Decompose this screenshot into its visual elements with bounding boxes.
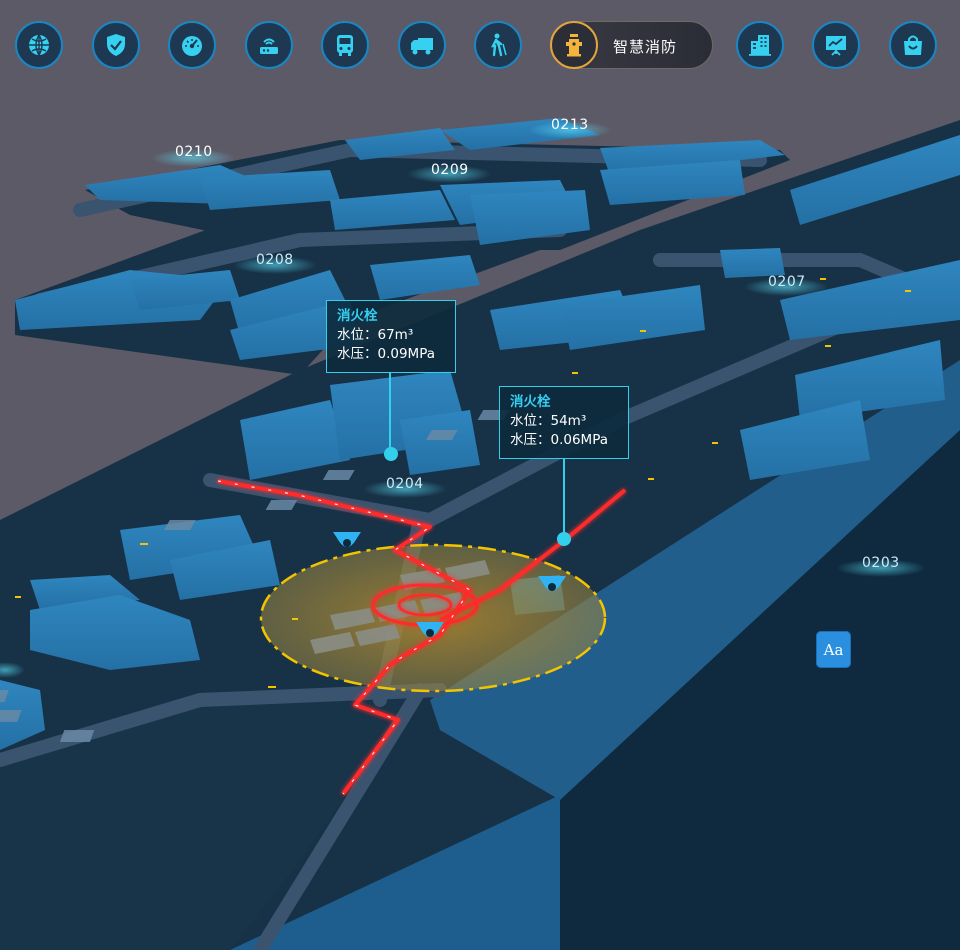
fire-hydrant-icon	[566, 34, 582, 57]
camera-icon[interactable]	[535, 572, 569, 602]
city-3d-map[interactable]	[0, 0, 960, 950]
commerce-button[interactable]	[889, 21, 937, 69]
shield-check-icon	[107, 34, 125, 56]
water-level-value: 54m³	[550, 413, 587, 429]
network-button[interactable]	[245, 21, 293, 69]
hydrant-pin[interactable]	[384, 447, 398, 461]
water-level-value: 67m³	[377, 327, 414, 343]
buildings-button[interactable]	[736, 21, 784, 69]
zone-label-0207: 0207	[768, 274, 806, 290]
camera-icon[interactable]	[413, 618, 447, 648]
water-pressure-row: 水压：0.09MPa	[337, 345, 445, 364]
font-toggle-button[interactable]: Aa	[816, 631, 851, 668]
buildings-icon	[749, 35, 771, 56]
hydrant-title: 消火栓	[510, 394, 551, 410]
water-level-row: 水位：54m³	[510, 412, 618, 431]
shopping-bag-icon	[904, 35, 922, 55]
security-button[interactable]	[92, 21, 140, 69]
water-pressure-label: 水压：	[337, 346, 378, 362]
water-pressure-label: 水压：	[510, 432, 551, 448]
fire-protection-label: 智慧消防	[613, 38, 678, 56]
water-pressure-value: 0.09MPa	[377, 346, 436, 362]
router-icon	[260, 38, 278, 54]
zone-label-0213: 0213	[551, 117, 589, 133]
logistics-button[interactable]	[398, 21, 446, 69]
water-level-label: 水位：	[337, 327, 378, 343]
presentation-chart-icon	[826, 36, 846, 56]
globe-button[interactable]	[15, 21, 63, 69]
speedometer-icon	[182, 36, 202, 56]
fire-hydrant-badge	[550, 21, 598, 69]
dashboard-button[interactable]	[168, 21, 216, 69]
water-pressure-row: 水压：0.06MPa	[510, 431, 618, 450]
bus-icon	[337, 35, 353, 56]
zone-label-0204: 0204	[386, 476, 424, 492]
truck-icon	[411, 38, 433, 55]
top-toolbar: 智慧消防	[0, 0, 960, 90]
zone-label-0210: 0210	[175, 144, 213, 160]
analytics-button[interactable]	[812, 21, 860, 69]
zone-label-0209: 0209	[431, 162, 469, 178]
fire-protection-button[interactable]: 智慧消防	[550, 21, 713, 69]
water-pressure-value: 0.06MPa	[550, 432, 609, 448]
globe-icon	[29, 34, 49, 56]
water-level-row: 水位：67m³	[337, 326, 445, 345]
hydrant-pin[interactable]	[557, 532, 571, 546]
zone-label-0203: 0203	[862, 555, 900, 571]
camera-icon[interactable]	[330, 528, 364, 558]
hydrant-info-card: 消火栓 水位：54m³ 水压：0.06MPa	[499, 386, 629, 459]
zone-label-0208: 0208	[256, 252, 294, 268]
water-level-label: 水位：	[510, 413, 551, 429]
transit-button[interactable]	[321, 21, 369, 69]
pedestrian-icon	[491, 33, 507, 57]
hydrant-title: 消火栓	[337, 308, 378, 324]
pedestrian-button[interactable]	[474, 21, 522, 69]
hydrant-info-card: 消火栓 水位：67m³ 水压：0.09MPa	[326, 300, 456, 373]
